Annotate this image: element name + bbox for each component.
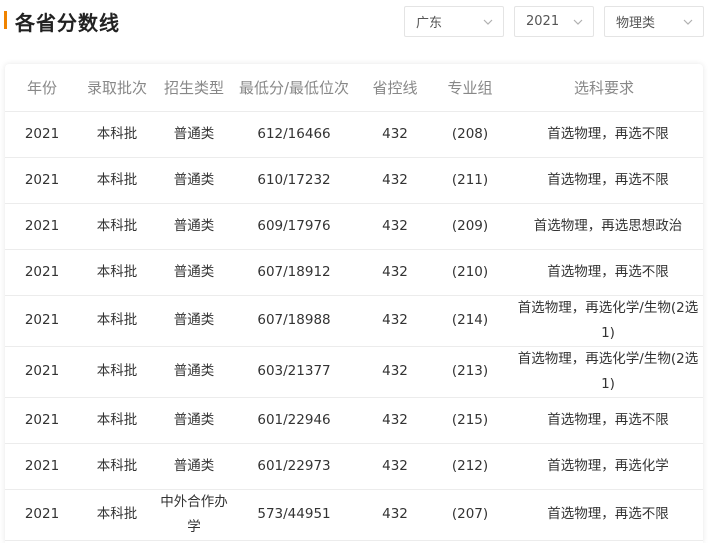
cell-type: 普通类 xyxy=(155,295,233,347)
cell-group: (211) xyxy=(435,157,505,204)
cell-control-line: 432 xyxy=(355,111,435,158)
cell-requirement: 首选物理，再选化学/生物(2选1) xyxy=(505,295,703,347)
cell-batch: 本科批 xyxy=(79,249,155,296)
cell-type: 中外合作办学 xyxy=(155,489,233,541)
cell-year: 2021 xyxy=(5,346,79,398)
column-header-requirement: 选科要求 xyxy=(505,64,703,112)
cell-batch: 本科批 xyxy=(79,346,155,398)
cell-batch: 本科批 xyxy=(79,111,155,158)
column-header-batch: 录取批次 xyxy=(79,64,155,112)
score-table: 年份 录取批次 招生类型 最低分/最低位次 省控线 专业组 选科要求 2021 … xyxy=(5,64,703,541)
cell-year: 2021 xyxy=(5,203,79,250)
cell-min-score-rank: 601/22973 xyxy=(233,443,355,490)
cell-min-score-rank: 610/17232 xyxy=(233,157,355,204)
table-header-row: 年份 录取批次 招生类型 最低分/最低位次 省控线 专业组 选科要求 xyxy=(5,64,703,112)
cell-group: (214) xyxy=(435,295,505,347)
cell-requirement: 首选物理，再选不限 xyxy=(505,249,703,296)
table-row: 2021 本科批 中外合作办学 573/44951 432 (207) 首选物理… xyxy=(5,489,703,541)
cell-control-line: 432 xyxy=(355,249,435,296)
chevron-down-icon xyxy=(683,17,693,27)
cell-batch: 本科批 xyxy=(79,157,155,204)
cell-requirement: 首选物理，再选不限 xyxy=(505,157,703,204)
column-header-group: 专业组 xyxy=(435,64,505,112)
cell-type: 普通类 xyxy=(155,111,233,158)
table-row: 2021 本科批 普通类 612/16466 432 (208) 首选物理，再选… xyxy=(5,111,703,158)
cell-min-score-rank: 573/44951 xyxy=(233,489,355,541)
cell-batch: 本科批 xyxy=(79,443,155,490)
cell-batch: 本科批 xyxy=(79,489,155,541)
cell-type: 普通类 xyxy=(155,346,233,398)
subject-type-select[interactable]: 物理类 xyxy=(604,6,704,37)
cell-type: 普通类 xyxy=(155,443,233,490)
score-table-card: 年份 录取批次 招生类型 最低分/最低位次 省控线 专业组 选科要求 2021 … xyxy=(5,64,703,543)
column-header-control-line: 省控线 xyxy=(355,64,435,112)
cell-requirement: 首选物理，再选不限 xyxy=(505,489,703,541)
cell-min-score-rank: 601/22946 xyxy=(233,397,355,444)
cell-requirement: 首选物理，再选不限 xyxy=(505,111,703,158)
cell-control-line: 432 xyxy=(355,203,435,250)
cell-year: 2021 xyxy=(5,489,79,541)
cell-requirement: 首选物理，再选思想政治 xyxy=(505,203,703,250)
table-row: 2021 本科批 普通类 607/18912 432 (210) 首选物理，再选… xyxy=(5,249,703,296)
chevron-down-icon xyxy=(573,17,583,27)
cell-min-score-rank: 603/21377 xyxy=(233,346,355,398)
title-accent-bar xyxy=(4,11,7,29)
cell-min-score-rank: 609/17976 xyxy=(233,203,355,250)
cell-type: 普通类 xyxy=(155,397,233,444)
cell-year: 2021 xyxy=(5,157,79,204)
year-select[interactable]: 2021 xyxy=(514,6,594,37)
cell-year: 2021 xyxy=(5,295,79,347)
cell-year: 2021 xyxy=(5,397,79,444)
year-select-value: 2021 xyxy=(526,14,560,29)
cell-group: (209) xyxy=(435,203,505,250)
cell-min-score-rank: 607/18988 xyxy=(233,295,355,347)
table-row: 2021 本科批 普通类 610/17232 432 (211) 首选物理，再选… xyxy=(5,157,703,204)
cell-batch: 本科批 xyxy=(79,203,155,250)
cell-group: (207) xyxy=(435,489,505,541)
cell-type: 普通类 xyxy=(155,157,233,204)
table-row: 2021 本科批 普通类 601/22973 432 (212) 首选物理，再选… xyxy=(5,443,703,490)
cell-batch: 本科批 xyxy=(79,295,155,347)
cell-control-line: 432 xyxy=(355,346,435,398)
cell-type: 普通类 xyxy=(155,249,233,296)
cell-group: (213) xyxy=(435,346,505,398)
column-header-year: 年份 xyxy=(5,64,79,112)
cell-control-line: 432 xyxy=(355,489,435,541)
column-header-min-score-rank: 最低分/最低位次 xyxy=(233,64,355,112)
chevron-down-icon xyxy=(483,17,493,27)
cell-group: (212) xyxy=(435,443,505,490)
table-row: 2021 本科批 普通类 603/21377 432 (213) 首选物理，再选… xyxy=(5,346,703,398)
cell-batch: 本科批 xyxy=(79,397,155,444)
cell-control-line: 432 xyxy=(355,157,435,204)
table-row: 2021 本科批 普通类 609/17976 432 (209) 首选物理，再选… xyxy=(5,203,703,250)
cell-group: (215) xyxy=(435,397,505,444)
province-select[interactable]: 广东 xyxy=(404,6,504,37)
cell-requirement: 首选物理，再选不限 xyxy=(505,397,703,444)
subject-type-select-value: 物理类 xyxy=(616,16,656,31)
cell-year: 2021 xyxy=(5,249,79,296)
table-row: 2021 本科批 普通类 607/18988 432 (214) 首选物理，再选… xyxy=(5,295,703,347)
cell-control-line: 432 xyxy=(355,443,435,490)
table-row: 2021 本科批 普通类 601/22946 432 (215) 首选物理，再选… xyxy=(5,397,703,444)
cell-group: (210) xyxy=(435,249,505,296)
cell-requirement: 首选物理，再选化学 xyxy=(505,443,703,490)
cell-group: (208) xyxy=(435,111,505,158)
cell-control-line: 432 xyxy=(355,397,435,444)
province-select-value: 广东 xyxy=(416,16,443,31)
cell-requirement: 首选物理，再选化学/生物(2选1) xyxy=(505,346,703,398)
cell-control-line: 432 xyxy=(355,295,435,347)
cell-min-score-rank: 612/16466 xyxy=(233,111,355,158)
cell-min-score-rank: 607/18912 xyxy=(233,249,355,296)
score-lines-page: 各省分数线 广东 2021 物理类 年份 录取批次 招生类型 最低分/最低位次 … xyxy=(0,0,713,543)
page-title: 各省分数线 xyxy=(15,11,120,35)
column-header-type: 招生类型 xyxy=(155,64,233,112)
cell-type: 普通类 xyxy=(155,203,233,250)
header-bar: 各省分数线 广东 2021 物理类 xyxy=(0,0,713,44)
cell-year: 2021 xyxy=(5,111,79,158)
cell-year: 2021 xyxy=(5,443,79,490)
